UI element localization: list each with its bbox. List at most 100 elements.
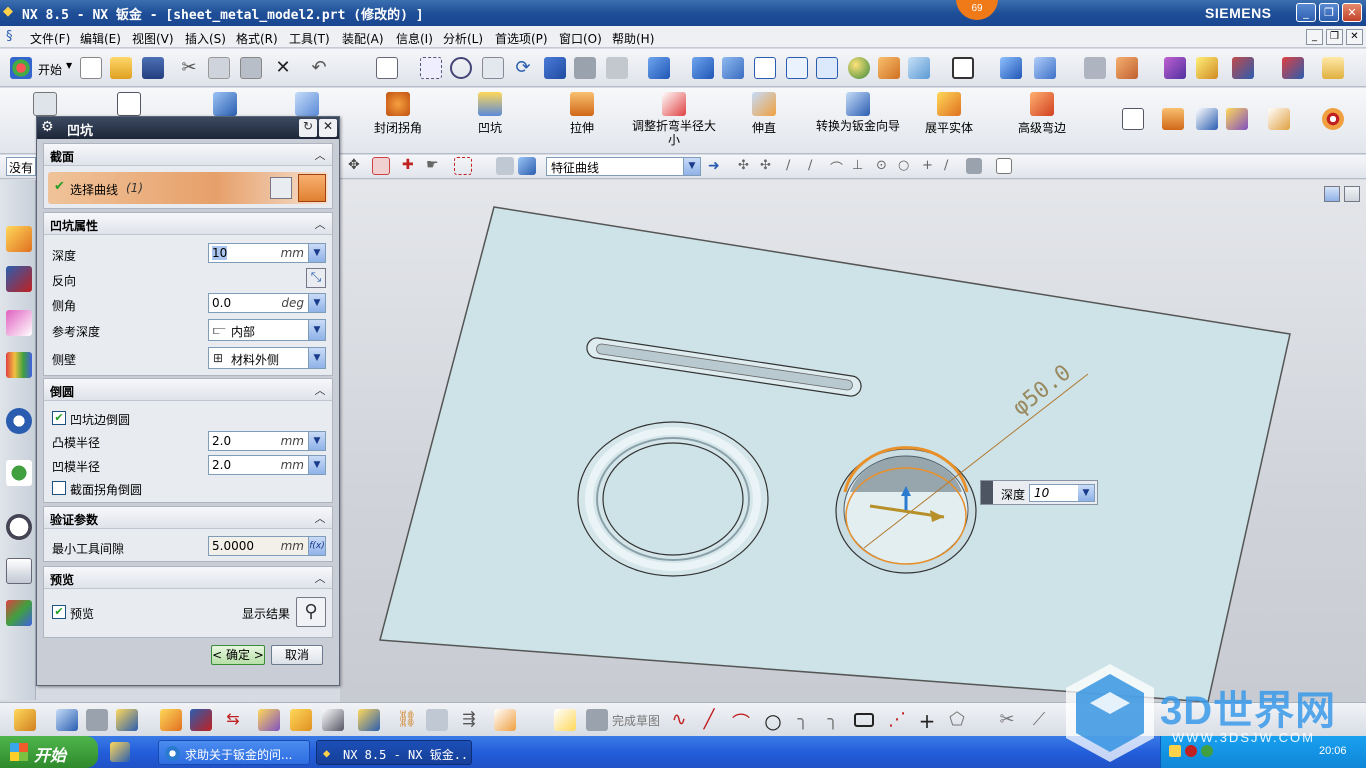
fit-view-icon[interactable]: [376, 57, 398, 79]
drag-handle-icon[interactable]: [981, 481, 993, 504]
preview-header[interactable]: 预览 ︿: [44, 567, 332, 589]
collapse-icon[interactable]: ︿: [312, 382, 328, 397]
view-tile-icon[interactable]: [1324, 186, 1340, 202]
snap-control-icon[interactable]: ∕: [786, 158, 802, 174]
doc-close-button[interactable]: ✕: [1346, 29, 1363, 45]
close-button[interactable]: ✕: [1342, 3, 1362, 22]
snap-end-icon[interactable]: ✣: [738, 158, 754, 174]
copy-icon[interactable]: [208, 57, 230, 79]
ok-button[interactable]: < 确定 >: [211, 645, 265, 665]
verify-header[interactable]: 验证参数 ︿: [44, 507, 332, 529]
pointer-icon[interactable]: ☛: [426, 157, 444, 175]
move-component-icon[interactable]: [322, 709, 344, 731]
snap-intersect-icon[interactable]: ∕: [808, 158, 824, 174]
sketch-section-icon[interactable]: [270, 177, 292, 199]
paste-icon[interactable]: [240, 57, 262, 79]
sidewall-select[interactable]: ⊞ 材料外侧 ▼: [208, 347, 326, 369]
extend-icon[interactable]: ⟋: [1028, 709, 1050, 731]
face-select-icon[interactable]: [496, 157, 514, 175]
convert-to-sheet-metal-button[interactable]: 转换为钣金向导: [815, 92, 901, 133]
iso-view-icon[interactable]: [816, 57, 838, 79]
assembly-navigator-icon[interactable]: [6, 226, 32, 252]
zoom-icon[interactable]: [450, 57, 472, 79]
circle-icon[interactable]: ○: [762, 709, 784, 733]
start-menu[interactable]: 开始: [38, 61, 62, 78]
dialog-close-icon[interactable]: ✕: [319, 119, 337, 137]
snap-on-curve-icon[interactable]: ∕: [944, 158, 960, 174]
pattern-component-icon[interactable]: [258, 709, 280, 731]
wcs-icon[interactable]: [1000, 57, 1022, 79]
menu-window[interactable]: 窗口(O): [559, 30, 602, 47]
type-filter-combo[interactable]: 没有: [6, 157, 36, 176]
mirror-icon[interactable]: ⇆: [222, 709, 244, 731]
sheet-metal-plate[interactable]: [379, 206, 1291, 702]
chevron-down-icon[interactable]: ▼: [308, 456, 325, 474]
rotate-icon[interactable]: ⟳: [512, 57, 534, 79]
background-icon[interactable]: [908, 57, 930, 79]
profile-icon[interactable]: ∿: [668, 709, 690, 731]
part-navigator-icon[interactable]: [6, 310, 32, 336]
clearance-icon[interactable]: [426, 709, 448, 731]
finish-sketch-icon[interactable]: [586, 709, 608, 731]
punch-radius-field[interactable]: 2.0 mm ▼: [208, 431, 326, 451]
coordinate-icon[interactable]: [1116, 57, 1138, 79]
menu-insert[interactable]: 插入(S): [185, 30, 226, 47]
extrude-small-icon[interactable]: [1162, 108, 1184, 130]
snap-quadrant-icon[interactable]: ⊥: [852, 158, 868, 174]
unbend-button[interactable]: 伸直: [740, 92, 788, 136]
right-view-icon[interactable]: [786, 57, 808, 79]
chevron-down-icon[interactable]: ▼: [308, 294, 325, 312]
task-browser[interactable]: 求助关于钣金的问...: [158, 740, 310, 765]
fillet-icon[interactable]: ╮: [792, 709, 814, 731]
corner-fillet-checkbox[interactable]: [52, 481, 66, 495]
undo-icon[interactable]: ↶: [308, 57, 330, 79]
layer-settings-icon[interactable]: [1084, 57, 1106, 79]
sequence-icon[interactable]: [494, 709, 516, 731]
menu-help[interactable]: 帮助(H): [612, 30, 654, 47]
collapse-icon[interactable]: ︿: [312, 570, 328, 585]
start-button[interactable]: 开始: [0, 736, 98, 768]
inferred-icon[interactable]: ✚: [402, 157, 420, 175]
assembly-add-icon[interactable]: [116, 709, 138, 731]
constraint-navigator-icon[interactable]: [6, 266, 32, 292]
cut-icon[interactable]: ✂: [178, 57, 200, 79]
formula-icon[interactable]: f(x): [308, 537, 325, 555]
chevron-down-icon[interactable]: ▼: [66, 61, 72, 70]
sketch-button[interactable]: [30, 92, 60, 119]
offset-curve-icon[interactable]: ⬠: [946, 709, 968, 731]
chevron-down-icon[interactable]: ▼: [1078, 485, 1094, 501]
pattern-icon[interactable]: [1226, 108, 1248, 130]
chevron-down-icon[interactable]: ▼: [308, 244, 325, 262]
embossed-ring-feature[interactable]: [577, 421, 769, 577]
add-select-icon[interactable]: [372, 157, 390, 175]
curve-rule-combo[interactable]: 特征曲线 ▼: [546, 157, 701, 176]
front-view-icon[interactable]: [692, 57, 714, 79]
link-icon[interactable]: ⛓: [396, 709, 418, 731]
feature-group-icon[interactable]: [56, 709, 78, 731]
flat-solid-button[interactable]: 展平实体: [918, 92, 980, 136]
dialog-titlebar[interactable]: ⚙ 凹坑 ↻ ✕: [37, 117, 339, 139]
menu-tools[interactable]: 工具(T): [289, 30, 330, 47]
min-clearance-field[interactable]: 5.0000 mm f(x): [208, 536, 326, 556]
side-angle-field[interactable]: 0.0 deg ▼: [208, 293, 326, 313]
quick-launch-icon[interactable]: [110, 742, 130, 762]
reset-icon[interactable]: ↻: [299, 119, 317, 137]
move-object-icon[interactable]: [1034, 57, 1056, 79]
magnifier-icon[interactable]: ⚲: [296, 597, 326, 627]
edge-fillet-checkbox[interactable]: ✔: [52, 411, 66, 425]
edge-style-icon[interactable]: [878, 57, 900, 79]
fillet-header[interactable]: 倒圆 ︿: [44, 379, 332, 401]
preview-checkbox[interactable]: ✔: [52, 605, 66, 619]
replace-component-icon[interactable]: [290, 709, 312, 731]
chevron-down-icon[interactable]: ▼: [308, 432, 325, 450]
save-icon[interactable]: [142, 57, 164, 79]
restore-button[interactable]: ❐: [1319, 3, 1339, 22]
chamfer-icon[interactable]: ╮: [822, 709, 844, 731]
gear-icon[interactable]: ⚙: [41, 119, 54, 135]
snap-mid-icon[interactable]: ✣: [760, 158, 776, 174]
wave-icon[interactable]: [358, 709, 380, 731]
graphics-window[interactable]: φ50.0 深度 10 ▼: [340, 180, 1366, 702]
shaded-cube-icon[interactable]: [648, 57, 670, 79]
web-browser-icon[interactable]: [6, 460, 32, 486]
collapse-icon[interactable]: ︿: [312, 147, 328, 162]
